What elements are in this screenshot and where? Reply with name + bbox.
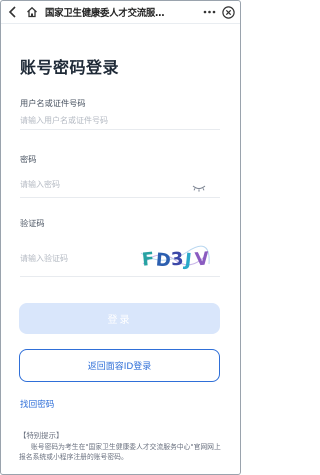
- face-id-login-button[interactable]: 返回面容ID登录: [19, 349, 220, 382]
- username-label: 用户名或证件号码: [20, 98, 86, 108]
- captcha-label: 验证码: [20, 218, 45, 228]
- login-button[interactable]: 登录: [19, 303, 220, 334]
- divider: [20, 276, 220, 277]
- svg-text:D: D: [155, 249, 172, 271]
- captcha-image[interactable]: F D 3 J V: [139, 244, 211, 272]
- find-password-link[interactable]: 找回密码: [20, 398, 54, 410]
- more-dots-icon[interactable]: [201, 1, 217, 23]
- page-title: 账号密码登录: [20, 58, 120, 77]
- svg-text:F: F: [141, 249, 155, 271]
- top-bar: 国家卫生健康委人才交流服…: [1, 1, 240, 24]
- app-frame: 国家卫生健康委人才交流服… 账号密码登录 用户名或证件号码 密码 验证码 F D…: [0, 0, 241, 475]
- notice-title: 【特别提示】: [19, 431, 64, 440]
- captcha-input[interactable]: [20, 250, 130, 266]
- svg-text:V: V: [194, 248, 210, 270]
- svg-text:3: 3: [170, 249, 184, 271]
- chevron-left-icon[interactable]: [4, 1, 22, 23]
- eye-closed-icon[interactable]: [191, 178, 207, 192]
- home-icon[interactable]: [24, 1, 40, 23]
- username-input[interactable]: [20, 112, 220, 128]
- password-input[interactable]: [20, 176, 185, 192]
- divider: [20, 197, 220, 198]
- notice-text: 账号密码为考生在"国家卫生健康委人才交流服务中心"官网网上报名系统或小程序注册的…: [19, 443, 221, 461]
- close-circle-icon[interactable]: [220, 1, 236, 23]
- divider: [20, 129, 220, 130]
- window-title: 国家卫生健康委人才交流服…: [45, 8, 165, 19]
- password-label: 密码: [20, 154, 37, 164]
